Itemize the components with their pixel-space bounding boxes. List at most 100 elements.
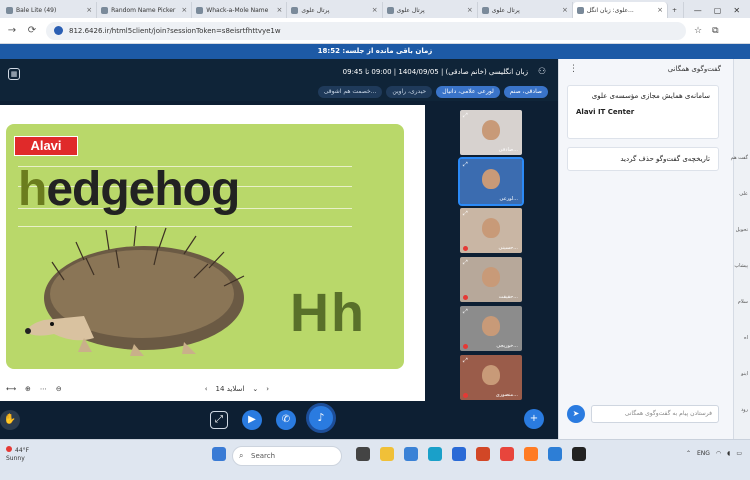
- add-action-button[interactable]: +: [524, 409, 544, 429]
- browser-tab[interactable]: Whack-a-Mole Name ×: [192, 2, 288, 18]
- expand-icon[interactable]: ⤢: [463, 210, 468, 218]
- participant-face: [482, 120, 500, 140]
- close-tab-icon[interactable]: ×: [372, 6, 378, 14]
- participant-face: [482, 169, 500, 189]
- edge-icon[interactable]: [428, 447, 442, 461]
- volume-icon[interactable]: ◖: [727, 450, 730, 457]
- reload-icon[interactable]: ⟳: [26, 25, 38, 36]
- camera-button[interactable]: ▶: [242, 410, 262, 430]
- tab-label: Random Name Picker: [111, 6, 176, 14]
- user-settings-icon[interactable]: ⚇: [536, 67, 548, 79]
- chat-panel: ⋮ گفت‌وگوی همگانی سامانه‌ی همایش مجازی م…: [558, 59, 733, 439]
- chat-menu-icon[interactable]: ⋮: [569, 64, 578, 74]
- browser-tab[interactable]: پرتال علوی ×: [287, 2, 383, 18]
- vscode-icon[interactable]: [548, 447, 562, 461]
- close-tab-icon[interactable]: ×: [657, 6, 663, 14]
- zoom-fit-icon[interactable]: ⟷: [6, 385, 16, 393]
- video-tile[interactable]: ⤢ حقیقت...: [460, 257, 522, 302]
- participant-face: [482, 218, 500, 238]
- presenter-chip[interactable]: خصمت هم اشوقی...: [317, 86, 383, 98]
- taskbar-search[interactable]: ⌕ Search: [232, 446, 342, 466]
- expand-icon[interactable]: ⤢: [463, 357, 468, 365]
- browser-tab[interactable]: علوی: زبان انگل... ×: [572, 2, 668, 18]
- mic-muted-icon: [463, 246, 468, 251]
- presenter-chip[interactable]: صادقی، صنم: [503, 86, 548, 98]
- extensions-icon[interactable]: ⧉: [712, 26, 718, 36]
- edge-chat-snippet: تحویل: [735, 227, 748, 233]
- presenter-chip[interactable]: لورعی علامی، دانیال: [436, 86, 500, 98]
- participant-face: [482, 267, 500, 287]
- send-message-button[interactable]: ➤: [567, 405, 585, 423]
- slide-letters: Hh: [290, 283, 366, 343]
- file-explorer-icon[interactable]: [380, 447, 394, 461]
- expand-icon[interactable]: ⤢: [463, 308, 468, 316]
- video-tile[interactable]: ⤢ حسینی...: [460, 208, 522, 253]
- close-tab-icon[interactable]: ×: [277, 6, 283, 14]
- battery-icon[interactable]: ▭: [736, 450, 742, 457]
- participant-name: صادقی...: [498, 147, 518, 153]
- maximize-icon[interactable]: ▢: [714, 6, 722, 15]
- start-icon[interactable]: [212, 447, 226, 461]
- window-controls: — ▢ ✕: [684, 2, 750, 18]
- browser-tab[interactable]: Random Name Picker ×: [97, 2, 193, 18]
- zoom-in-icon[interactable]: ⊕: [25, 385, 31, 393]
- video-tile[interactable]: ⤢ لورعی...: [458, 157, 524, 206]
- leave-audio-button[interactable]: ✆: [276, 410, 296, 430]
- site-info-icon[interactable]: [54, 26, 63, 35]
- close-tab-icon[interactable]: ×: [86, 6, 92, 14]
- expand-icon[interactable]: ⤢: [463, 112, 468, 120]
- language-indicator[interactable]: ENG: [697, 450, 710, 457]
- session-title: زبان انگلیسی (خانم صادقی) | 1404/09/05 |…: [342, 68, 528, 76]
- tab-favicon-icon: [101, 6, 109, 14]
- close-tab-icon[interactable]: ×: [181, 6, 187, 14]
- powerpoint-icon[interactable]: [476, 447, 490, 461]
- welcome-subtitle: Alavi IT Center: [576, 108, 635, 116]
- close-tab-icon[interactable]: ×: [467, 6, 473, 14]
- task-view-icon[interactable]: [356, 447, 370, 461]
- url-field[interactable]: 812.6426.ir/html5client/join?sessionToke…: [46, 21, 686, 40]
- media-player-icon[interactable]: [572, 447, 586, 461]
- browser-tab[interactable]: پرتال علوی ×: [478, 2, 573, 18]
- raise-hand-button[interactable]: ✋: [0, 410, 20, 430]
- browser-tab[interactable]: پرتال علوی ×: [383, 2, 478, 18]
- minimize-icon[interactable]: —: [694, 6, 702, 15]
- share-screen-button[interactable]: ⤢: [210, 411, 228, 429]
- store-icon[interactable]: [404, 447, 418, 461]
- close-tab-icon[interactable]: ×: [562, 6, 568, 14]
- tray-chevron-icon[interactable]: ⌃: [686, 450, 691, 457]
- weather-widget[interactable]: 44°F Sunny: [6, 446, 29, 463]
- system-tray: ⌃ ENG ◠ ◖ ▭: [686, 450, 742, 457]
- tab-favicon-icon: [576, 6, 584, 14]
- session-timer: زمان باقی مانده از جلسه: 18:52: [0, 44, 750, 59]
- video-tile[interactable]: ⤢ صادقی...: [460, 110, 522, 155]
- close-window-icon[interactable]: ✕: [733, 6, 740, 15]
- zoom-out-icon[interactable]: ⊖: [56, 385, 62, 393]
- mail-icon[interactable]: [452, 447, 466, 461]
- mic-muted-icon: [463, 344, 468, 349]
- side-chat-preview: گفت هم علی تحویل پیشاپ سلام اه اینو رود: [731, 59, 750, 439]
- slide-dropdown-icon[interactable]: ⌄: [252, 385, 258, 393]
- edge-chat-snippet: اینو: [741, 371, 748, 377]
- next-slide-icon[interactable]: ›: [266, 385, 269, 393]
- prev-slide-icon[interactable]: ‹: [205, 385, 208, 393]
- slide-number[interactable]: اسلاید 14: [216, 385, 245, 393]
- presenter-chip[interactable]: حیدری، راوین: [386, 86, 433, 98]
- tab-favicon-icon: [481, 6, 489, 14]
- forward-icon[interactable]: →: [6, 25, 18, 36]
- chat-input[interactable]: فرستادن پیام به گفت‌وگوی همگانی: [591, 405, 719, 423]
- video-tile[interactable]: ⤢ خوریجی...: [460, 306, 522, 351]
- expand-icon[interactable]: ⤢: [463, 161, 468, 169]
- video-tile[interactable]: ⤢ منصوری...: [460, 355, 522, 400]
- wifi-icon[interactable]: ◠: [716, 450, 721, 457]
- zoom-level-icon[interactable]: ⋯: [40, 385, 47, 393]
- edge-chat-snippet: علی: [739, 191, 748, 197]
- new-tab-button[interactable]: +: [668, 2, 684, 18]
- microphone-button[interactable]: ♪: [306, 403, 336, 433]
- firefox-icon[interactable]: [524, 447, 538, 461]
- bookmark-star-icon[interactable]: ☆: [694, 26, 702, 36]
- browser-tab[interactable]: Bale Lite (49) ×: [2, 2, 98, 18]
- chrome-icon[interactable]: [500, 447, 514, 461]
- slide-area: Alavi hedgehog Hh ⟷ ⊕ ⋯ ⊖ ‹ اسلاید 14 ⌄ …: [0, 105, 425, 401]
- hedgehog-illustration: [25, 225, 245, 356]
- expand-icon[interactable]: ⤢: [463, 259, 468, 267]
